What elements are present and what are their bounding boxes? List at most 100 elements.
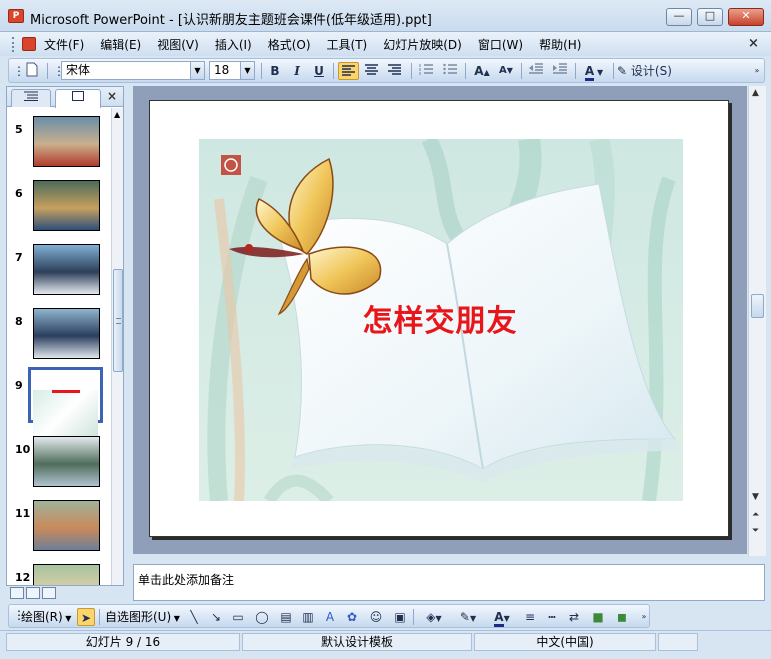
document-icon[interactable] — [22, 37, 36, 51]
minimize-button[interactable]: — — [666, 8, 692, 26]
toolbar-grip-handle[interactable]: ⋮ — [13, 62, 25, 80]
menu-item[interactable]: 视图(V) — [157, 36, 199, 53]
toolbar-grip-handle-2[interactable]: ⋮ — [53, 62, 65, 80]
slides-pane-scrollbar[interactable]: ▲ — [111, 108, 123, 585]
slide-title[interactable]: 怎样交朋友 — [150, 296, 730, 340]
notes-pane[interactable]: 单击此处添加备注 — [133, 564, 765, 601]
menu-bar: 文件(F) 编辑(E) 视图(V) 插入(I) 格式(O) 工具(T) 幻灯片放映(D) 窗口… — [0, 32, 771, 56]
rectangle-icon[interactable]: ▭ — [229, 608, 247, 626]
design-icon: ✎ — [617, 64, 628, 78]
slide-thumbnail-image[interactable] — [33, 564, 100, 585]
font-name-combo[interactable]: 宋体 ▼ — [61, 61, 205, 80]
increase-indent-icon[interactable] — [549, 62, 571, 80]
italic-button[interactable]: I — [287, 62, 307, 80]
slide-thumbnail-image[interactable] — [33, 116, 100, 167]
draw-menu-button[interactable]: 绘图(R) ▼ — [21, 608, 71, 625]
align-center-button[interactable] — [361, 62, 382, 80]
insert-picture-icon[interactable]: ▣ — [391, 608, 409, 626]
design-button[interactable]: ✎ 设计(S) — [617, 62, 681, 80]
wordart-icon[interactable]: A — [321, 608, 339, 626]
pen-icon: ✎ — [459, 610, 470, 624]
slide-thumbnail-image[interactable] — [33, 500, 100, 551]
slide-scroll-thumb[interactable] — [751, 294, 764, 318]
close-pane-button[interactable]: × — [107, 89, 117, 103]
menu-item[interactable]: 帮助(H) — [539, 36, 581, 53]
scroll-down-icon[interactable]: ▼ — [752, 492, 759, 502]
slide-thumbnail-image[interactable] — [33, 180, 100, 231]
toolbar-options-chevron-icon[interactable]: » — [751, 62, 763, 80]
fill-color-button[interactable]: ◈▼ — [419, 608, 449, 626]
numbered-list-icon[interactable] — [415, 62, 436, 80]
menu-item[interactable]: 幻灯片放映(D) — [383, 36, 462, 53]
menu-item[interactable]: 文件(F) — [44, 36, 84, 53]
maximize-button[interactable]: □ — [697, 8, 723, 26]
line-color-button[interactable]: ✎▼ — [453, 608, 483, 626]
slide-thumbnail[interactable]: 10 — [7, 431, 111, 491]
bold-button[interactable]: B — [265, 62, 285, 80]
menu-item[interactable]: 编辑(E) — [100, 36, 141, 53]
slide-thumbnail[interactable]: 5 — [7, 111, 111, 171]
previous-slide-icon[interactable]: ⏶ — [752, 510, 759, 520]
slide-scrollbar[interactable]: ▲ ▼ ⏶ ⏷ — [748, 86, 766, 556]
dash-style-icon[interactable]: ┅ — [543, 608, 561, 626]
align-right-button[interactable] — [384, 62, 405, 80]
chevron-down-icon[interactable]: ▼ — [190, 62, 204, 79]
slide-thumbnail[interactable]: 9 — [7, 367, 111, 436]
font-color-button[interactable]: A ▼ — [579, 62, 609, 81]
underline-button[interactable]: U — [309, 62, 329, 80]
decrease-indent-icon[interactable] — [525, 62, 547, 80]
align-left-button[interactable] — [338, 62, 359, 80]
textbox-icon[interactable]: ▤ — [277, 608, 295, 626]
slide-thumbnail[interactable]: 8 — [7, 303, 111, 363]
slide-thumbnail-image[interactable] — [33, 436, 100, 487]
menu-item[interactable]: 窗口(W) — [478, 36, 523, 53]
next-slide-icon[interactable]: ⏷ — [752, 526, 759, 536]
powerpoint-app-icon[interactable]: P — [8, 9, 24, 23]
toolbar-options-chevron-icon[interactable]: » — [639, 608, 649, 626]
slideshow-view-icon[interactable] — [42, 587, 56, 599]
scroll-up-icon[interactable]: ▲ — [114, 110, 120, 119]
menu-item[interactable]: 插入(I) — [215, 36, 252, 53]
slide-sorter-view-icon[interactable] — [26, 587, 40, 599]
diagram-icon[interactable]: ✿ — [343, 608, 361, 626]
clipart-icon[interactable]: ☺ — [367, 608, 385, 626]
autoshapes-menu-button[interactable]: 自选图形(U) ▼ — [105, 608, 180, 625]
decrease-font-icon[interactable]: A▼ — [495, 62, 517, 80]
selected-slide-thumbnail-image[interactable] — [28, 367, 103, 436]
close-window-button[interactable]: ✕ — [728, 8, 764, 26]
normal-view-icon[interactable] — [10, 587, 24, 599]
menu-grip-handle[interactable] — [12, 37, 15, 52]
chevron-down-icon: ▼ — [435, 614, 442, 623]
arrow-style-icon[interactable]: ⇄ — [565, 608, 583, 626]
tab-slides[interactable] — [55, 89, 101, 108]
slide-thumbnail[interactable]: 6 — [7, 175, 111, 235]
current-slide[interactable]: 怎样交朋友 — [149, 100, 729, 537]
slide-thumbnail-image[interactable] — [33, 244, 100, 295]
scroll-thumb[interactable] — [113, 269, 123, 372]
chevron-down-icon[interactable]: ▼ — [594, 68, 603, 77]
chevron-down-icon[interactable]: ▼ — [240, 62, 254, 79]
3d-style-icon[interactable]: ◼ — [613, 608, 631, 626]
scroll-up-icon[interactable]: ▲ — [752, 88, 759, 98]
draw-font-color-button[interactable]: A▼ — [487, 608, 517, 627]
slide-thumbnail[interactable]: 11 — [7, 495, 111, 555]
notes-placeholder[interactable]: 单击此处添加备注 — [138, 571, 234, 588]
arrow-icon[interactable]: ↘ — [207, 608, 225, 626]
new-document-icon[interactable] — [23, 62, 41, 80]
line-icon[interactable]: ╲ — [185, 608, 203, 626]
slide-thumbnail-image[interactable] — [33, 308, 100, 359]
menu-item[interactable]: 工具(T) — [327, 36, 368, 53]
menu-item[interactable]: 格式(O) — [268, 36, 311, 53]
increase-font-icon[interactable]: A▲ — [471, 62, 493, 80]
close-document-button[interactable]: × — [748, 36, 759, 51]
select-objects-cursor-icon[interactable]: ➤ — [77, 608, 95, 626]
line-style-icon[interactable]: ≡ — [521, 608, 539, 626]
slide-thumbnail[interactable]: 12 — [7, 559, 111, 585]
bullet-list-icon[interactable] — [439, 62, 460, 80]
font-size-combo[interactable]: 18 ▼ — [209, 61, 255, 80]
vertical-textbox-icon[interactable]: ▥ — [299, 608, 317, 626]
shadow-style-icon[interactable]: ■ — [589, 608, 607, 626]
tab-outline[interactable] — [11, 89, 51, 107]
oval-icon[interactable]: ◯ — [253, 608, 271, 626]
slide-thumbnail[interactable]: 7 — [7, 239, 111, 299]
